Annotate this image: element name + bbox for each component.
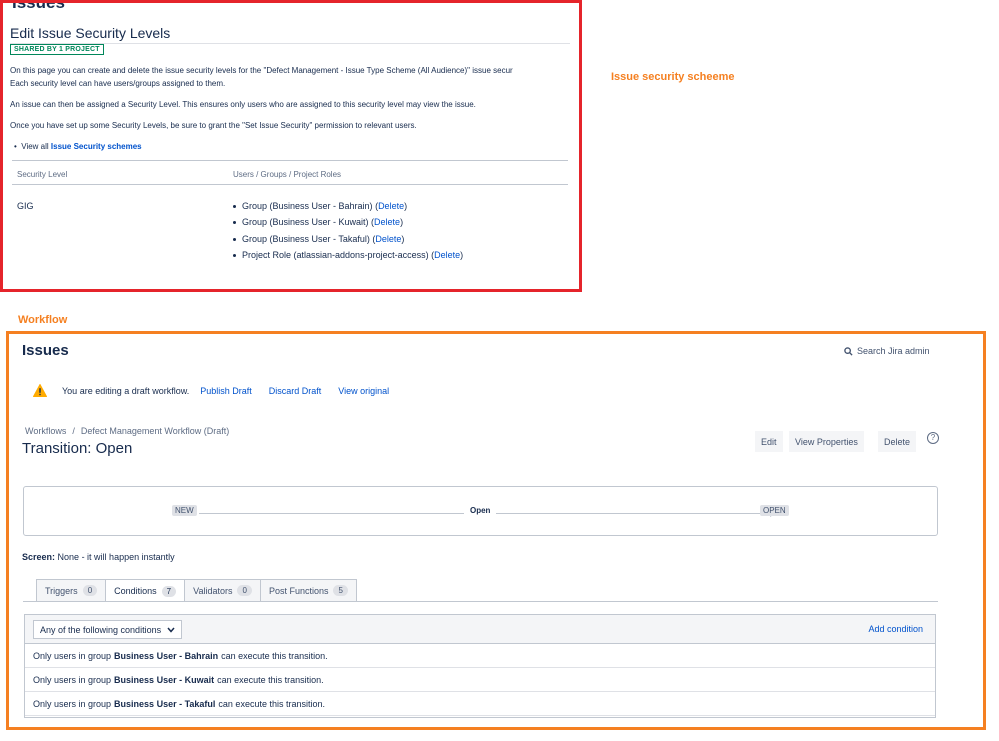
- delete-member-link[interactable]: Delete: [378, 201, 404, 211]
- tab-count: 0: [82, 585, 98, 596]
- page-title: Edit Issue Security Levels: [10, 25, 171, 41]
- status-node-to[interactable]: OPEN: [760, 505, 789, 516]
- chevron-down-icon: [167, 627, 175, 633]
- view-original-link[interactable]: View original: [338, 386, 389, 396]
- transition-label: Open: [464, 506, 497, 515]
- member-item: Group (Business User - Kuwait) (Delete): [233, 217, 403, 227]
- delete-member-link[interactable]: Delete: [374, 217, 400, 227]
- member-label: Group (Business User - Takaful): [242, 234, 370, 244]
- member-item: Group (Business User - Bahrain) (Delete): [233, 201, 407, 211]
- bullet: [233, 221, 236, 225]
- delete-member-link[interactable]: Delete: [375, 234, 401, 244]
- conditions-panel: Any of the following conditions Add cond…: [24, 614, 936, 718]
- tab-validators[interactable]: Validators 0: [184, 579, 261, 601]
- status-node-from[interactable]: NEW: [172, 505, 197, 516]
- breadcrumb-workflow-draft[interactable]: Defect Management Workflow (Draft): [81, 426, 229, 436]
- tab-count: 7: [161, 585, 177, 597]
- breadcrumb: Workflows / Defect Management Workflow (Dr…: [25, 426, 229, 436]
- shared-projects-badge[interactable]: SHARED BY 1 PROJECT: [10, 44, 104, 55]
- tab-count: 0: [237, 585, 252, 596]
- page-heading: Issues: [22, 342, 69, 359]
- issue-security-panel: Issues Edit Issue Security Levels SHARED…: [0, 0, 582, 292]
- member-item: Group (Business User - Takaful) (Delete): [233, 234, 404, 244]
- delete-button[interactable]: Delete: [878, 431, 917, 452]
- member-label: Project Role (atlassian-addons-project-a…: [242, 250, 429, 260]
- condition-group: Business User - Takaful: [114, 698, 216, 709]
- help-icon[interactable]: ?: [927, 432, 939, 444]
- issue-security-schemes-link[interactable]: Issue Security schemes: [51, 142, 142, 151]
- condition-row: Only users in group Business User - Bahr…: [25, 644, 935, 668]
- tab-conditions[interactable]: Conditions 7: [105, 579, 186, 602]
- screen-label: Screen:: [22, 552, 56, 562]
- member-item: Project Role (atlassian-addons-project-a…: [233, 250, 463, 260]
- breadcrumb-workflows[interactable]: Workflows: [25, 426, 66, 436]
- annotation-workflow: Workflow: [18, 314, 68, 326]
- search-icon: [844, 346, 853, 356]
- search-jira-admin[interactable]: Search Jira admin: [844, 346, 930, 356]
- tab-label: Validators: [193, 585, 233, 596]
- transition-title: Transition: Open: [22, 440, 133, 457]
- col-header-members: Users / Groups / Project Roles: [233, 170, 342, 179]
- description-line-2: Each security level can have users/group…: [10, 79, 226, 88]
- view-all-prefix: View all: [21, 142, 49, 151]
- conditions-header: Any of the following conditions Add cond…: [25, 615, 935, 644]
- condition-group: Business User - Bahrain: [114, 650, 219, 661]
- description-paragraph-3: Once you have set up some Security Level…: [10, 121, 417, 130]
- member-label: Group (Business User - Kuwait): [242, 217, 369, 227]
- security-level-name: GIG: [17, 201, 34, 211]
- description-line-1: On this page you can create and delete t…: [10, 66, 513, 75]
- condition-mode-select[interactable]: Any of the following conditions: [33, 620, 183, 639]
- annotation-security-scheme: Issue security scheeme: [611, 71, 735, 83]
- transition-diagram: NEW Open OPEN: [23, 486, 938, 536]
- condition-mode-value: Any of the following conditions: [40, 624, 162, 635]
- condition-suffix: can execute this transition.: [217, 674, 324, 685]
- workflow-panel: Issues Search Jira admin You are editing…: [6, 331, 986, 730]
- tab-triggers[interactable]: Triggers 0: [36, 579, 107, 601]
- delete-member-link[interactable]: Delete: [434, 250, 460, 260]
- col-header-security-level: Security Level: [17, 170, 68, 179]
- condition-group: Business User - Kuwait: [114, 674, 215, 685]
- description-paragraph-2: An issue can then be assigned a Security…: [10, 100, 476, 109]
- tab-label: Triggers: [45, 585, 78, 596]
- search-label: Search Jira admin: [857, 346, 930, 356]
- table-header-rule: [12, 184, 568, 185]
- transition-tabs: Triggers 0 Conditions 7 Validators 0 Pos…: [36, 579, 357, 602]
- page-heading-cut: Issues: [12, 0, 65, 12]
- view-all-item: • View all Issue Security schemes: [14, 142, 142, 151]
- condition-prefix: Only users in group: [33, 674, 112, 685]
- table-top-rule: [12, 160, 568, 161]
- tab-count: 5: [333, 585, 348, 596]
- tab-label: Post Functions: [268, 585, 329, 596]
- member-label: Group (Business User - Bahrain): [242, 201, 373, 211]
- screen-info: Screen: None - it will happen instantly: [22, 552, 175, 562]
- publish-draft-link[interactable]: Publish Draft: [200, 386, 252, 396]
- condition-suffix: can execute this transition.: [218, 698, 325, 709]
- condition-suffix: can execute this transition.: [221, 650, 328, 661]
- draft-message: You are editing a draft workflow.: [62, 385, 190, 396]
- add-condition-link[interactable]: Add condition: [868, 624, 923, 634]
- bullet: [233, 254, 236, 258]
- condition-prefix: Only users in group: [33, 698, 112, 709]
- condition-prefix: Only users in group: [33, 650, 112, 661]
- condition-row: Only users in group Business User - Kuwa…: [25, 668, 935, 692]
- edit-button[interactable]: Edit: [755, 431, 783, 452]
- bullet: [233, 205, 236, 209]
- screen-value: None - it will happen instantly: [57, 552, 175, 562]
- tabs-divider: [23, 601, 938, 602]
- condition-row: Only users in group Business User - Taka…: [25, 692, 935, 716]
- tab-post-functions[interactable]: Post Functions 5: [259, 579, 357, 601]
- discard-draft-link[interactable]: Discard Draft: [269, 386, 322, 396]
- draft-warning-bar: You are editing a draft workflow. Publis…: [33, 384, 406, 397]
- tab-label: Conditions: [114, 586, 157, 596]
- view-properties-button[interactable]: View Properties: [789, 431, 864, 452]
- bullet: [233, 238, 236, 242]
- warning-icon: [33, 384, 47, 397]
- breadcrumb-separator: /: [72, 426, 75, 436]
